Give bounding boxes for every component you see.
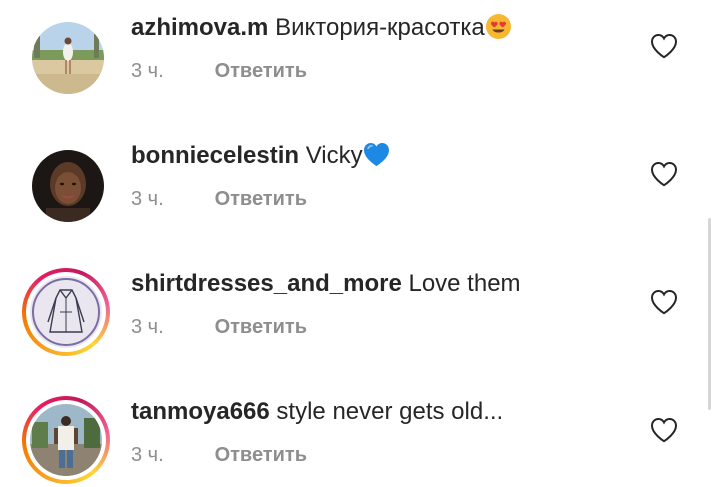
comment-item: azhimova.m Виктория-красотка 3 ч. Ответи… — [0, 0, 714, 118]
reply-button[interactable]: Ответить — [215, 60, 307, 82]
comment-item: shirtdresses_and_more Love them 3 ч. Отв… — [0, 246, 714, 374]
avatar[interactable] — [22, 12, 110, 100]
comment-text: Love them — [408, 270, 521, 297]
heart-outline-icon — [650, 161, 678, 187]
heart-outline-icon — [650, 33, 678, 59]
comment-item: tanmoya666 style never gets old... 3 ч. … — [0, 374, 714, 487]
avatar-image — [32, 150, 104, 222]
comment-username[interactable]: azhimova.m — [131, 14, 268, 41]
comment-text: Vicky — [305, 142, 363, 169]
like-button[interactable] — [650, 33, 678, 59]
comment-timestamp: 3 ч. — [131, 188, 164, 210]
avatar-story-ring[interactable] — [22, 396, 110, 484]
reply-button[interactable]: Ответить — [215, 188, 307, 210]
like-button[interactable] — [650, 417, 678, 443]
comment-text: style never gets old... — [276, 398, 504, 425]
avatar-image — [32, 22, 104, 94]
avatar-story-ring[interactable] — [22, 268, 110, 356]
scrollbar[interactable] — [708, 218, 711, 410]
like-button[interactable] — [650, 161, 678, 187]
comment-timestamp: 3 ч. — [131, 316, 164, 338]
comment-username[interactable]: tanmoya666 — [131, 398, 270, 425]
heart-outline-icon — [650, 289, 678, 315]
comment-timestamp: 3 ч. — [131, 444, 164, 466]
reply-button[interactable]: Ответить — [215, 316, 307, 338]
blue-heart-emoji-icon — [363, 141, 390, 168]
comment-username[interactable]: bonniecelestin — [131, 142, 299, 169]
comment-item: bonniecelestin Vicky 3 ч. Ответить — [0, 118, 714, 246]
reply-button[interactable]: Ответить — [215, 444, 307, 466]
comment-text: Виктория-красотка — [275, 14, 485, 41]
avatar-image — [30, 276, 102, 348]
comment-timestamp: 3 ч. — [131, 60, 164, 82]
like-button[interactable] — [650, 289, 678, 315]
heart-eyes-emoji-icon — [485, 13, 512, 40]
comment-username[interactable]: shirtdresses_and_more — [131, 270, 402, 297]
avatar[interactable] — [22, 140, 110, 228]
heart-outline-icon — [650, 417, 678, 443]
avatar-image — [30, 404, 102, 476]
